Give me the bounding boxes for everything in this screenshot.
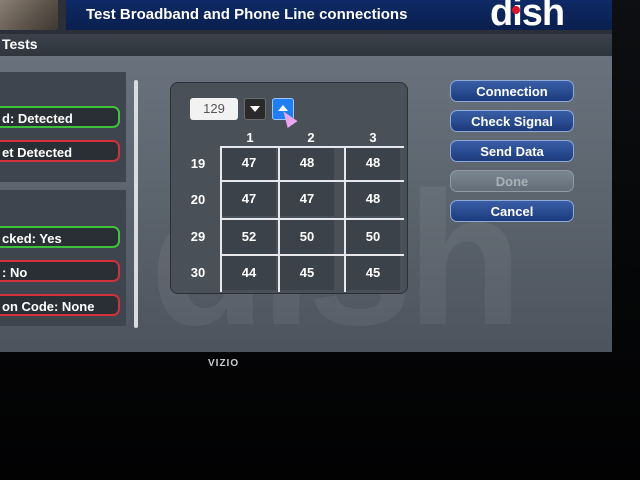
channel-number-field[interactable]: 129 xyxy=(190,98,238,120)
grid-line xyxy=(222,218,404,220)
grid-cell: 48 xyxy=(346,182,400,216)
check-signal-button[interactable]: Check Signal xyxy=(450,110,574,132)
panel-divider xyxy=(134,80,138,328)
status-code-pill: on Code: None xyxy=(0,294,120,316)
status-not-detected-pill: et Detected xyxy=(0,140,120,162)
connection-button[interactable]: Connection xyxy=(450,80,574,102)
cancel-button[interactable]: Cancel xyxy=(450,200,574,222)
grid-cell: 47 xyxy=(280,182,334,216)
send-data-button[interactable]: Send Data xyxy=(450,140,574,162)
status-detected-pill: d: Detected xyxy=(0,106,120,128)
status-locked-pill: cked: Yes xyxy=(0,226,120,248)
row-header-20: 20 xyxy=(190,192,206,207)
column-header-1: 1 xyxy=(246,130,254,145)
tv-screen: Test Broadband and Phone Line connection… xyxy=(0,0,612,352)
subtitle-bar: Tests xyxy=(0,34,612,56)
row-header-29: 29 xyxy=(190,229,206,244)
column-header-3: 3 xyxy=(369,130,377,145)
left-status-panel-bottom: cked: Yes : No on Code: None xyxy=(0,190,126,326)
page-title: Test Broadband and Phone Line connection… xyxy=(86,6,408,23)
grid-cell: 47 xyxy=(222,146,276,180)
grid-line xyxy=(222,146,404,148)
row-header-19: 19 xyxy=(190,156,206,171)
grid-cell: 48 xyxy=(280,146,334,180)
channel-down-button[interactable] xyxy=(244,98,266,120)
grid-cell: 52 xyxy=(222,220,276,254)
grid-cell: 44 xyxy=(222,256,276,290)
grid-cell: 45 xyxy=(346,256,400,290)
grid-line xyxy=(344,146,346,292)
video-thumbnail xyxy=(0,0,58,30)
grid-cell: 47 xyxy=(222,182,276,216)
status-no-pill: : No xyxy=(0,260,120,282)
grid-cell: 50 xyxy=(280,220,334,254)
grid-line xyxy=(222,254,404,256)
column-header-2: 2 xyxy=(307,130,315,145)
grid-line xyxy=(222,180,404,182)
logo-dot xyxy=(512,6,520,14)
grid-line xyxy=(220,146,222,292)
grid-cell: 50 xyxy=(346,220,400,254)
tv-brand-logo: VIZIO xyxy=(208,358,240,369)
dish-logo: dish xyxy=(490,0,565,34)
grid-cell: 45 xyxy=(280,256,334,290)
done-button[interactable]: Done xyxy=(450,170,574,192)
left-status-panel-top: d: Detected et Detected xyxy=(0,72,126,182)
grid-cell: 48 xyxy=(346,146,400,180)
row-header-30: 30 xyxy=(190,265,206,280)
grid-line xyxy=(278,146,280,292)
section-title: Tests xyxy=(2,36,38,52)
